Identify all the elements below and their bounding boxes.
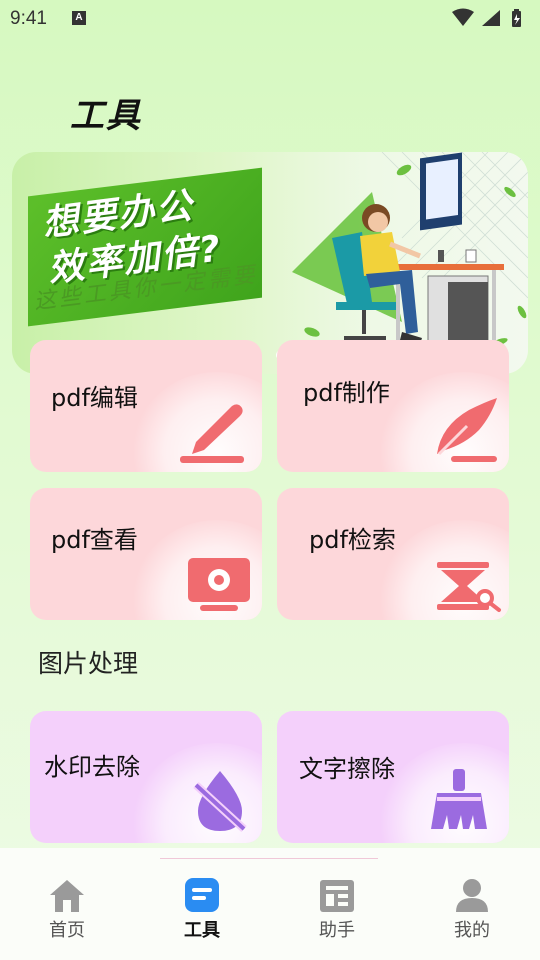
battery-icon — [512, 9, 521, 27]
status-bar: 9:41 A — [0, 0, 540, 36]
assistant-icon — [320, 880, 354, 912]
home-icon — [50, 880, 84, 912]
search-doc-icon — [437, 562, 501, 612]
tool-card-pdf-view[interactable]: pdf查看 — [30, 488, 262, 620]
nav-item-assistant[interactable]: 助手 — [297, 878, 377, 948]
broom-icon — [431, 769, 487, 829]
tool-card-pdf-edit[interactable]: pdf编辑 — [30, 340, 262, 472]
nav-item-tools[interactable]: 工具 — [162, 878, 242, 948]
nav-item-home[interactable]: 首页 — [27, 878, 107, 948]
system-status-icons — [452, 8, 521, 27]
quill-icon — [437, 398, 497, 462]
nav-label: 工具 — [184, 920, 220, 941]
section-title-image: 图片处理 — [38, 649, 139, 678]
tool-card-pdf-search[interactable]: pdf检索 — [277, 488, 509, 620]
page-title: 工具 — [70, 96, 142, 136]
wifi-icon — [452, 8, 474, 26]
tool-card-text-erase[interactable]: 文字擦除 — [277, 711, 509, 843]
tool-card-label: pdf查看 — [51, 526, 138, 554]
nav-label: 首页 — [49, 920, 85, 941]
tools-icon — [185, 878, 219, 912]
monitor-icon — [188, 558, 250, 611]
tool-card-pdf-create[interactable]: pdf制作 — [277, 340, 509, 472]
nav-item-profile[interactable]: 我的 — [432, 878, 512, 948]
nav-label: 助手 — [319, 920, 355, 941]
tool-card-label: pdf制作 — [303, 379, 390, 407]
profile-icon — [456, 879, 488, 912]
signal-icon — [482, 10, 500, 26]
tool-card-watermark-remove[interactable]: 水印去除 — [30, 711, 262, 843]
nav-divider — [160, 858, 378, 859]
status-time: 9:41 — [10, 8, 47, 29]
notification-icon: A — [72, 11, 86, 25]
tool-card-label: 文字擦除 — [299, 755, 395, 783]
pen-icon — [180, 404, 244, 463]
tool-card-label: pdf编辑 — [51, 384, 138, 412]
tool-card-label: 水印去除 — [44, 753, 140, 781]
tool-card-label: pdf检索 — [309, 526, 396, 554]
watermark-off-icon — [193, 771, 247, 832]
nav-label: 我的 — [454, 920, 490, 941]
